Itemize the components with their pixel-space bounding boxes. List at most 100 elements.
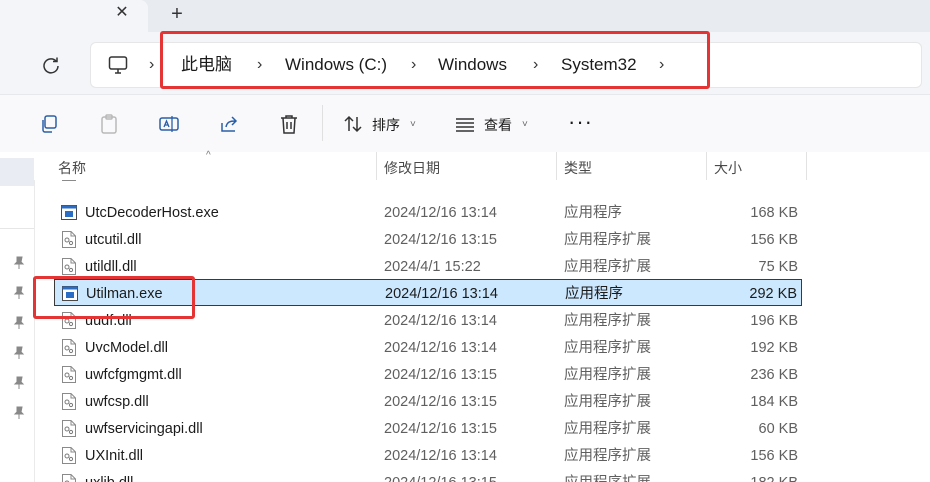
dll-file-icon xyxy=(61,420,77,437)
view-icon[interactable] xyxy=(454,113,476,135)
file-size: 75 KB xyxy=(758,259,799,275)
rename-icon[interactable] xyxy=(158,113,180,135)
file-size: 292 KB xyxy=(749,286,797,302)
file-type: 应用程序 xyxy=(565,286,623,302)
paste-icon[interactable] xyxy=(98,113,120,135)
file-date: 2024/12/16 13:15 xyxy=(384,367,497,383)
pin-icon[interactable] xyxy=(12,256,26,270)
delete-icon[interactable] xyxy=(278,113,300,135)
file-type: 应用程序 xyxy=(564,205,622,221)
file-name: uwfservicingapi.dll xyxy=(85,421,203,437)
table-row[interactable]: uxlib.dll 2024/12/16 13:15 应用程序扩展 182 KB xyxy=(54,469,802,482)
table-row[interactable]: UXInit.dll 2024/12/16 13:14 应用程序扩展 156 K… xyxy=(54,442,802,469)
file-size: 156 KB xyxy=(750,448,798,464)
close-tab-button[interactable]: ✕ xyxy=(112,3,132,23)
file-type: 应用程序扩展 xyxy=(564,421,651,437)
file-type: 应用程序扩展 xyxy=(564,259,651,275)
column-header-type[interactable]: 类型 xyxy=(564,158,592,178)
sort-ascending-icon: ^ xyxy=(206,150,211,161)
dll-file-icon xyxy=(61,474,77,482)
table-row[interactable]: uwfcfgmgmt.dll 2024/12/16 13:15 应用程序扩展 2… xyxy=(54,361,802,388)
file-size: 182 KB xyxy=(750,473,798,482)
sort-icon[interactable] xyxy=(342,113,364,135)
file-name: UtcDecoderHost.exe xyxy=(85,205,219,221)
column-header: 名称 ^ 修改日期 类型 大小 xyxy=(34,150,930,180)
copy-icon[interactable] xyxy=(38,113,60,135)
file-name: UXInit.dll xyxy=(85,448,144,464)
file-name: uwfcsp.dll xyxy=(85,394,149,410)
dll-file-icon xyxy=(61,339,77,356)
file-type: 应用程序扩展 xyxy=(564,473,651,482)
table-row[interactable]: UtcDecoderHost.exe 2024/12/16 13:14 应用程序… xyxy=(54,199,802,226)
selected-file-highlight-box xyxy=(33,276,195,319)
view-button[interactable]: 查看 xyxy=(484,115,512,135)
new-tab-button[interactable]: + xyxy=(166,3,188,25)
file-list: utcapi.dll 2024/12/16 13:15 应用程序扩展 66 KB… xyxy=(34,172,930,482)
file-date: 2024/12/16 13:14 xyxy=(384,340,497,356)
file-size: 196 KB xyxy=(750,313,798,329)
chevron-down-icon[interactable]: ˅ xyxy=(410,115,416,135)
table-row[interactable]: uwfcsp.dll 2024/12/16 13:15 应用程序扩展 184 K… xyxy=(54,388,802,415)
file-type: 应用程序扩展 xyxy=(564,367,651,383)
more-options-button[interactable]: ··· xyxy=(568,109,593,135)
file-type: 应用程序扩展 xyxy=(564,394,651,410)
column-header-size[interactable]: 大小 xyxy=(714,158,742,178)
file-date: 2024/12/16 13:15 xyxy=(384,421,497,437)
pin-icon[interactable] xyxy=(12,376,26,390)
dll-file-icon xyxy=(61,258,77,275)
tab-current[interactable]: ✕ xyxy=(0,0,148,32)
chevron-down-icon[interactable]: ˅ xyxy=(522,115,528,135)
file-date: 2024/12/16 13:15 xyxy=(384,473,497,482)
file-date: 2024/12/16 13:14 xyxy=(385,286,498,302)
dll-file-icon xyxy=(61,231,77,248)
pin-icon[interactable] xyxy=(12,316,26,330)
column-divider[interactable] xyxy=(706,152,707,180)
table-row[interactable]: utcutil.dll 2024/12/16 13:15 应用程序扩展 156 … xyxy=(54,226,802,253)
file-size: 236 KB xyxy=(750,367,798,383)
file-date: 2024/12/16 13:14 xyxy=(384,205,497,221)
column-header-name[interactable]: 名称 xyxy=(58,158,86,178)
column-divider[interactable] xyxy=(556,152,557,180)
file-name: uwfcfgmgmt.dll xyxy=(85,367,182,383)
file-type: 应用程序扩展 xyxy=(564,340,651,356)
column-header-date[interactable]: 修改日期 xyxy=(384,158,440,178)
file-size: 192 KB xyxy=(750,340,798,356)
file-type: 应用程序扩展 xyxy=(564,232,651,248)
file-type: 应用程序扩展 xyxy=(564,313,651,329)
file-size: 156 KB xyxy=(750,232,798,248)
file-name: utcutil.dll xyxy=(85,232,142,248)
exe-file-icon xyxy=(61,204,77,221)
column-divider[interactable] xyxy=(376,152,377,180)
refresh-icon[interactable] xyxy=(40,54,62,76)
share-icon[interactable] xyxy=(218,113,240,135)
file-date: 2024/12/16 13:15 xyxy=(384,232,497,248)
file-date: 2024/12/16 13:14 xyxy=(384,448,497,464)
computer-icon[interactable] xyxy=(107,54,129,76)
command-bar: 排序 ˅ 查看 ˅ ··· xyxy=(0,94,930,153)
nav-selected-item[interactable] xyxy=(0,158,34,186)
table-row[interactable]: uwfservicingapi.dll 2024/12/16 13:15 应用程… xyxy=(54,415,802,442)
pin-icon[interactable] xyxy=(12,346,26,360)
table-row[interactable]: UvcModel.dll 2024/12/16 13:14 应用程序扩展 192… xyxy=(54,334,802,361)
file-date: 2024/12/16 13:14 xyxy=(384,313,497,329)
file-type: 应用程序扩展 xyxy=(564,448,651,464)
dll-file-icon xyxy=(61,393,77,410)
address-highlight-box xyxy=(160,31,710,89)
toolbar-divider xyxy=(322,105,323,141)
pin-icon[interactable] xyxy=(12,286,26,300)
column-divider[interactable] xyxy=(806,152,807,180)
file-date: 2024/12/16 13:15 xyxy=(384,394,497,410)
file-size: 184 KB xyxy=(750,394,798,410)
dll-file-icon xyxy=(61,366,77,383)
pin-icon[interactable] xyxy=(12,406,26,420)
file-size: 168 KB xyxy=(750,205,798,221)
nav-divider xyxy=(0,228,34,229)
chevron-right-icon[interactable]: › xyxy=(149,54,154,76)
sort-button[interactable]: 排序 xyxy=(372,115,400,135)
file-date: 2024/4/1 15:22 xyxy=(384,259,481,275)
file-size: 60 KB xyxy=(758,421,799,437)
tab-strip: ✕ + xyxy=(0,0,930,32)
file-name: utildll.dll xyxy=(85,259,137,275)
file-name: uxlib.dll xyxy=(85,473,133,482)
dll-file-icon xyxy=(61,447,77,464)
